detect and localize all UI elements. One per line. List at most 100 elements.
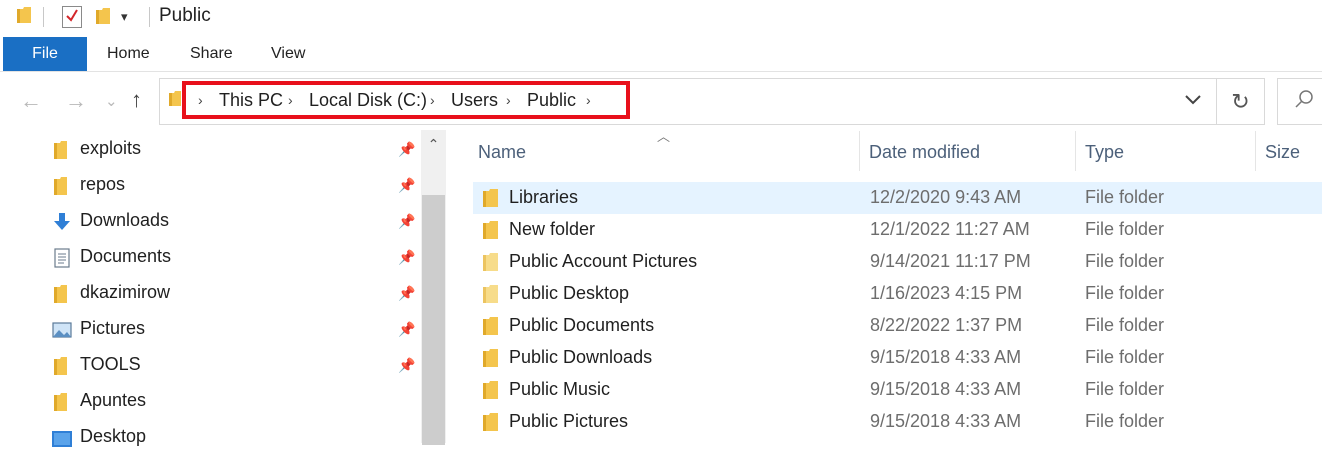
file-type: File folder (1085, 411, 1165, 431)
download-arrow-icon (54, 213, 70, 230)
pin-icon[interactable]: 📌 (398, 357, 415, 374)
window-title: Public (159, 5, 211, 26)
forward-button[interactable]: → (65, 88, 87, 114)
folder-icon (54, 393, 67, 411)
file-date: 9/14/2021 11:17 PM (870, 251, 1031, 271)
folder-icon (483, 253, 498, 271)
sidebar-item-label: exploits (80, 138, 142, 158)
file-row-new-folder[interactable]: New folder 12/1/2022 11:27 AM File folde… (473, 214, 1322, 246)
file-type: File folder (1085, 347, 1165, 367)
toolbar-separator (149, 7, 150, 27)
folder-icon (54, 141, 67, 159)
file-name: Public Pictures (509, 411, 629, 431)
sidebar-item-label: Documents (80, 246, 172, 266)
sidebar-item-label: dkazimirow (80, 282, 171, 302)
folder-icon (169, 91, 181, 106)
sidebar-item-label: Desktop (80, 426, 147, 446)
up-button[interactable]: ↑ (131, 87, 142, 113)
folder-icon (483, 349, 498, 367)
sidebar-item-label: Downloads (80, 210, 170, 230)
pin-icon[interactable]: 📌 (398, 285, 415, 302)
file-name: New folder (509, 219, 596, 239)
sidebar-item-dkazimirow[interactable]: dkazimirow 📌 (0, 276, 420, 312)
pin-icon[interactable]: 📌 (398, 177, 415, 194)
pictures-icon (52, 322, 72, 338)
toolbar-separator (43, 7, 44, 27)
file-tab[interactable]: File (3, 37, 87, 71)
customize-dropdown-icon[interactable]: ▾ (121, 9, 128, 25)
sidebar-item-desktop[interactable]: Desktop (0, 420, 420, 456)
folder-icon (483, 317, 498, 335)
file-row-libraries[interactable]: Libraries 12/2/2020 9:43 AM File folder (473, 182, 1322, 214)
folder-icon (483, 221, 498, 239)
column-divider[interactable] (1075, 131, 1076, 171)
file-row-public-downloads[interactable]: Public Downloads 9/15/2018 4:33 AM File … (473, 342, 1322, 374)
sidebar-item-apuntes[interactable]: Apuntes (0, 384, 420, 420)
file-name: Public Account Pictures (509, 251, 698, 271)
folder-icon[interactable] (17, 6, 31, 24)
pin-icon[interactable]: 📌 (398, 141, 415, 158)
file-date: 12/1/2022 11:27 AM (870, 219, 1030, 239)
file-name: Libraries (509, 187, 579, 207)
file-date: 9/15/2018 4:33 AM (870, 411, 1022, 431)
folder-icon (483, 189, 498, 207)
column-divider[interactable] (859, 131, 860, 171)
folder-icon (54, 285, 67, 303)
folder-icon (54, 177, 67, 195)
file-date: 12/2/2020 9:43 AM (870, 187, 1022, 207)
properties-checkbox-icon[interactable] (62, 6, 82, 28)
tab-home[interactable]: Home (107, 45, 150, 63)
search-icon (1295, 90, 1313, 108)
folder-icon (483, 381, 498, 399)
column-divider[interactable] (1255, 131, 1256, 171)
tab-share[interactable]: Share (190, 45, 233, 63)
file-row-public-desktop[interactable]: Public Desktop 1/16/2023 4:15 PM File fo… (473, 278, 1322, 310)
folder-icon (54, 357, 67, 375)
documents-icon (54, 248, 70, 268)
file-type: File folder (1085, 283, 1165, 303)
sidebar-item-label: TOOLS (80, 354, 141, 374)
refresh-button[interactable]: ↻ (1216, 78, 1265, 125)
sidebar-item-label: Pictures (80, 318, 146, 338)
file-type: File folder (1085, 251, 1165, 271)
sidebar-item-pictures[interactable]: Pictures 📌 (0, 312, 420, 348)
chevron-up-icon[interactable]: ⌃ (421, 130, 446, 158)
chevron-down-icon[interactable] (1183, 92, 1203, 108)
column-header-size[interactable]: Size (1265, 142, 1300, 163)
sidebar-item-repos[interactable]: repos 📌 (0, 168, 420, 204)
file-name: Public Downloads (509, 347, 653, 367)
recent-locations-button[interactable]: ⌄ (105, 92, 118, 110)
file-name: Public Music (509, 379, 611, 399)
tab-view[interactable]: View (271, 45, 305, 63)
file-type: File folder (1085, 187, 1165, 207)
file-row-public-pictures[interactable]: Public Pictures 9/15/2018 4:33 AM File f… (473, 406, 1322, 438)
sidebar-item-label: repos (80, 174, 126, 194)
file-type: File folder (1085, 379, 1165, 399)
column-header-type[interactable]: Type (1085, 142, 1124, 163)
column-header-name[interactable]: Name (478, 142, 526, 163)
pin-icon[interactable]: 📌 (398, 249, 415, 266)
pin-icon[interactable]: 📌 (398, 321, 415, 338)
file-row-public-documents[interactable]: Public Documents 8/22/2022 1:37 PM File … (473, 310, 1322, 342)
sidebar-item-documents[interactable]: Documents 📌 (0, 240, 420, 276)
sidebar-item-exploits[interactable]: exploits 📌 (0, 132, 420, 168)
file-type: File folder (1085, 315, 1165, 335)
sidebar-item-downloads[interactable]: Downloads 📌 (0, 204, 420, 240)
column-header-date-modified[interactable]: Date modified (869, 142, 980, 163)
pin-icon[interactable]: 📌 (398, 213, 415, 230)
file-date: 9/15/2018 4:33 AM (870, 379, 1022, 399)
back-button[interactable]: ← (20, 88, 42, 114)
sort-ascending-icon: ︿ (657, 129, 671, 144)
folder-icon (483, 285, 498, 303)
file-date: 1/16/2023 4:15 PM (870, 283, 1023, 303)
scrollbar-thumb[interactable] (422, 195, 445, 445)
file-row-public-music[interactable]: Public Music 9/15/2018 4:33 AM File fold… (473, 374, 1322, 406)
file-date: 8/22/2022 1:37 PM (870, 315, 1023, 335)
sidebar-item-label: Apuntes (80, 390, 147, 410)
folder-icon (483, 413, 498, 431)
desktop-icon (52, 431, 72, 447)
file-row-public-account-pictures[interactable]: Public Account Pictures 9/14/2021 11:17 … (473, 246, 1322, 278)
sidebar-item-tools[interactable]: TOOLS 📌 (0, 348, 420, 384)
new-folder-icon[interactable] (96, 7, 110, 25)
address-highlight-box (182, 81, 630, 119)
